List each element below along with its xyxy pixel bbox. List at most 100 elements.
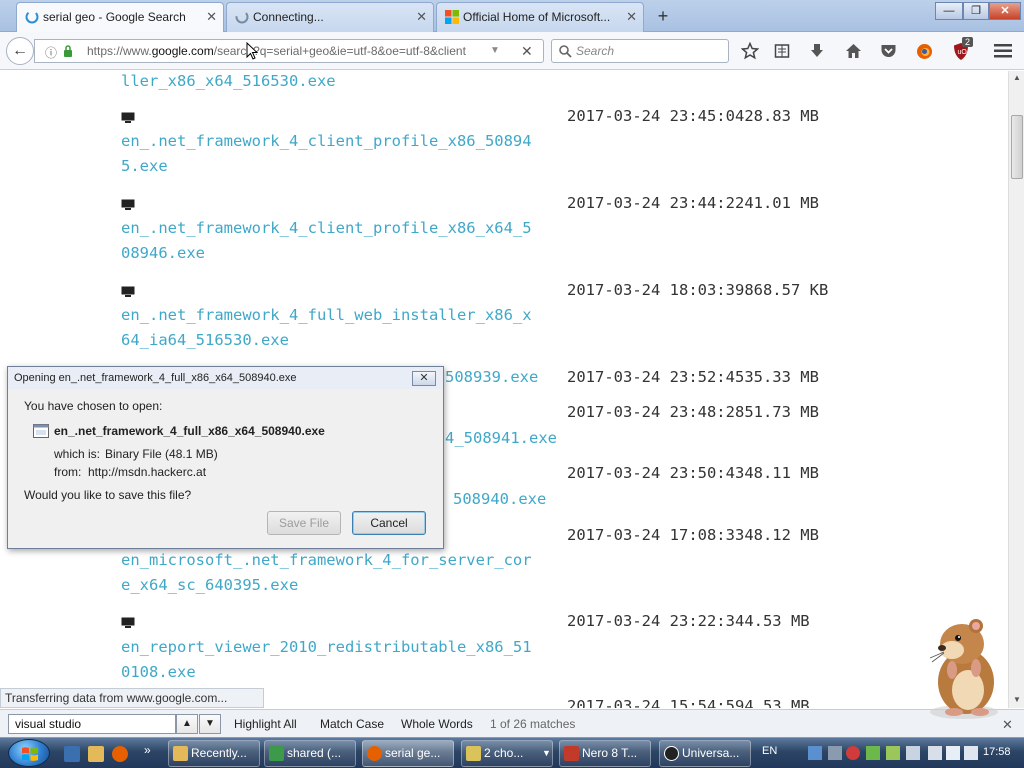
tray-user-icon[interactable]: [866, 746, 880, 760]
url-dropdown-icon[interactable]: ▼: [490, 45, 500, 56]
task-label: Nero 8 T...: [582, 746, 638, 760]
file-meta: 2017-03-24 23:44:2241.01 MB: [567, 194, 819, 212]
search-bar[interactable]: Search: [551, 39, 729, 63]
downloads-icon[interactable]: [806, 41, 828, 61]
url-domain: google.com: [151, 44, 214, 58]
scroll-up-icon[interactable]: ▲: [1013, 73, 1021, 82]
whole-words-option[interactable]: Whole Words: [401, 717, 473, 731]
task-serial-geo[interactable]: serial ge...: [362, 740, 454, 767]
stop-loading-icon[interactable]: ✕: [521, 43, 533, 60]
dialog-close-button[interactable]: ✕: [412, 371, 436, 386]
find-next-button[interactable]: ▼: [199, 714, 221, 734]
file-name-line: 508940.exe: [453, 490, 547, 508]
file-size: 4.53 MB: [744, 697, 810, 708]
tray-network-icon[interactable]: [808, 746, 822, 760]
show-desktop-icon[interactable]: [64, 746, 80, 762]
file-name-line: 5.exe: [121, 157, 168, 175]
task-choices[interactable]: 2 cho... ▼: [461, 740, 553, 767]
file-link[interactable]: en_.net_framework_4_client_profile_x86_5…: [121, 129, 532, 179]
file-size: 868.57 KB: [744, 281, 829, 299]
navigation-toolbar: ⓘ https://www.google.com/search?q=serial…: [0, 32, 1024, 70]
monitor-icon: [121, 617, 135, 628]
task-label: Recently...: [191, 746, 247, 760]
file-link[interactable]: en_.net_framework_4_full_web_installer_x…: [121, 303, 532, 353]
file-date: 2017-03-24 18:03:39: [567, 281, 745, 299]
more-quicklaunch-icon[interactable]: »: [144, 743, 151, 757]
file-meta: 2017-03-24 23:45:0428.83 MB: [567, 107, 819, 125]
scrollbar-thumb[interactable]: [1011, 115, 1023, 179]
tray-usb-icon[interactable]: [906, 746, 920, 760]
url-prefix: https://www.: [87, 44, 152, 58]
task-shared[interactable]: shared (...: [264, 740, 356, 767]
search-placeholder: Search: [576, 44, 615, 58]
ublock-icon[interactable]: uO 2: [950, 37, 974, 61]
file-link[interactable]: 508940.exe: [453, 487, 546, 512]
scroll-down-icon[interactable]: ▼: [1013, 695, 1021, 704]
pocket-icon[interactable]: [877, 41, 899, 61]
file-meta: 2017-03-24 23:50:4348.11 MB: [567, 464, 819, 482]
task-label: 2 cho...: [484, 746, 524, 760]
start-button[interactable]: [8, 739, 50, 767]
tab-strip: serial geo - Google Search ✕ Connecting.…: [0, 0, 1024, 32]
task-universal[interactable]: Universa...: [659, 740, 751, 767]
file-link[interactable]: 508939.exe: [445, 365, 538, 390]
find-input[interactable]: visual studio: [8, 714, 176, 734]
vertical-scrollbar[interactable]: ▲ ▼: [1008, 71, 1024, 708]
tab-title: serial geo - Google Search: [43, 10, 186, 24]
clock[interactable]: 17:58: [983, 746, 1011, 758]
find-previous-button[interactable]: ▲: [176, 714, 198, 734]
volume-icon[interactable]: [964, 746, 978, 760]
file-meta: 2017-03-24 15:54:594.53 MB: [567, 697, 810, 708]
tray-block-icon[interactable]: [846, 746, 860, 760]
cancel-button[interactable]: Cancel: [352, 511, 426, 535]
file-link[interactable]: en_microsoft_.net_framework_4_for_server…: [121, 548, 532, 598]
save-file-button[interactable]: Save File: [267, 511, 341, 535]
file-link[interactable]: en_report_viewer_2010_redistributable_x8…: [121, 635, 532, 685]
chevron-down-icon: ▼: [205, 718, 215, 729]
chevron-up-icon: ▲: [182, 718, 192, 729]
explorer-icon[interactable]: [88, 746, 104, 762]
mouse-cursor-icon: [246, 42, 258, 60]
task-nero[interactable]: Nero 8 T...: [559, 740, 651, 767]
task-label: shared (...: [287, 746, 342, 760]
search-icon: [559, 45, 572, 58]
match-case-option[interactable]: Match Case: [320, 717, 384, 731]
minimize-button[interactable]: —: [935, 2, 963, 20]
tab-close-icon[interactable]: ✕: [206, 3, 217, 31]
firefox-account-icon[interactable]: [913, 41, 935, 61]
tab-serial-geo[interactable]: serial geo - Google Search ✕: [16, 2, 224, 32]
back-arrow-icon: ←: [12, 42, 28, 59]
file-link[interactable]: en_.net_framework_4_client_profile_x86_x…: [121, 216, 532, 266]
maximize-button[interactable]: ❐: [963, 2, 989, 20]
close-window-button[interactable]: ✕: [989, 2, 1021, 20]
file-link[interactable]: ller_x86_x64_516530.exe: [121, 71, 336, 94]
file-size: 4.53 MB: [744, 612, 810, 630]
monitor-icon: [121, 286, 135, 297]
menu-hamburger-icon[interactable]: [992, 41, 1014, 61]
language-indicator[interactable]: EN: [762, 745, 777, 757]
firefox-icon[interactable]: [112, 746, 128, 762]
info-icon[interactable]: ⓘ: [45, 44, 57, 61]
bookmark-star-icon[interactable]: [739, 41, 761, 61]
file-meta: 2017-03-24 23:52:4535.33 MB: [567, 368, 819, 386]
task-recently[interactable]: Recently...: [168, 740, 260, 767]
dialog-from-value: http://msdn.hackerc.at: [88, 465, 207, 479]
tray-flag-icon[interactable]: [946, 746, 960, 760]
back-button[interactable]: ←: [6, 37, 34, 65]
tray-users-icon[interactable]: [886, 746, 900, 760]
monitor-icon: [121, 199, 135, 210]
url-bar[interactable]: ⓘ https://www.google.com/search?q=serial…: [34, 39, 544, 63]
open-file-dialog: Opening en_.net_framework_4_full_x86_x64…: [7, 366, 444, 549]
file-link[interactable]: 4_508941.exe: [445, 426, 557, 451]
home-icon[interactable]: [842, 41, 864, 61]
tray-app-icon[interactable]: [828, 746, 842, 760]
highlight-all-option[interactable]: Highlight All: [234, 717, 297, 731]
file-name-line: 64_ia64_516530.exe: [121, 331, 289, 349]
tab-microsoft[interactable]: Official Home of Microsoft... ✕: [436, 2, 644, 32]
reading-list-icon[interactable]: [771, 41, 793, 61]
new-tab-button[interactable]: +: [652, 4, 674, 28]
tray-display-icon[interactable]: [928, 746, 942, 760]
tab-close-icon[interactable]: ✕: [626, 3, 637, 31]
tab-connecting[interactable]: Connecting... ✕: [226, 2, 434, 32]
tab-close-icon[interactable]: ✕: [416, 3, 427, 31]
